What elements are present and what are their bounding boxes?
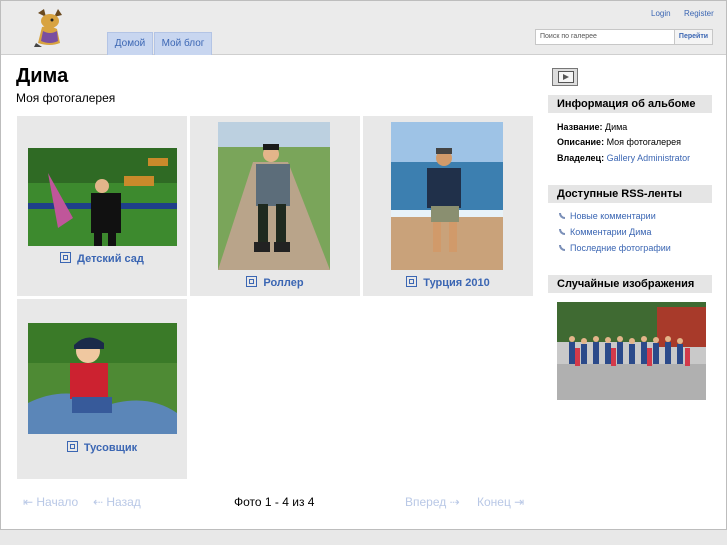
thumbnail-image[interactable] xyxy=(218,122,330,270)
gallery-item: Турция 2010 xyxy=(363,116,533,296)
album-icon xyxy=(60,252,72,263)
info-name: Название: Дима xyxy=(557,122,628,132)
rss-link-recent-photos[interactable]: Последние фотографии xyxy=(559,243,671,253)
pager-next[interactable]: Вперед ⇢ xyxy=(405,495,460,509)
item-caption[interactable]: Тусовщик xyxy=(84,442,137,454)
item-caption[interactable]: Турция 2010 xyxy=(423,277,489,289)
thumbnail-image[interactable] xyxy=(28,148,177,246)
page-title: Дима xyxy=(16,65,69,87)
pager-last[interactable]: Конец ⇥ xyxy=(477,495,524,509)
pager-prev[interactable]: ⇠ Назад xyxy=(93,495,141,509)
item-caption[interactable]: Детский сад xyxy=(77,253,144,265)
gallery-item: Роллер xyxy=(190,116,360,296)
owner-link[interactable]: Gallery Administrator xyxy=(607,153,691,163)
album-info-heading: Информация об альбоме xyxy=(548,95,712,113)
header: Домой Мой блог Login Register Поиск по г… xyxy=(1,1,726,55)
info-owner: Владелец: Gallery Administrator xyxy=(557,153,691,163)
rss-link-album-comments[interactable]: Комментарии Дима xyxy=(559,227,652,237)
rss-heading: Доступные RSS-ленты xyxy=(548,185,712,203)
next-page-icon: ⇢ xyxy=(446,495,460,509)
login-link[interactable]: Login xyxy=(651,9,671,18)
info-description: Описание: Моя фотогалерея xyxy=(557,137,682,147)
rss-icon xyxy=(559,213,565,219)
rss-icon xyxy=(559,245,565,251)
search-button[interactable]: Перейти xyxy=(674,29,713,45)
album-icon xyxy=(246,276,258,287)
photo-grid: Детский сад Роллер Турция 2010 Тусовщик xyxy=(17,116,533,479)
tab-my-blog[interactable]: Мой блог xyxy=(154,32,212,55)
item-caption[interactable]: Роллер xyxy=(263,277,303,289)
page-subtitle: Моя фотогалерея xyxy=(16,91,116,105)
slideshow-icon[interactable] xyxy=(552,68,578,86)
tab-home[interactable]: Домой xyxy=(107,32,153,55)
thumbnail-image[interactable] xyxy=(391,122,503,270)
first-page-icon: ⇤ xyxy=(23,495,37,509)
last-page-icon: ⇥ xyxy=(510,495,525,509)
album-icon xyxy=(66,441,78,452)
gallery-item: Тусовщик xyxy=(17,299,187,479)
random-images-heading: Случайные изображения xyxy=(548,275,712,293)
rss-icon xyxy=(559,229,565,235)
pager-count: Фото 1 - 4 из 4 xyxy=(234,495,315,509)
page-frame: Домой Мой блог Login Register Поиск по г… xyxy=(0,0,727,530)
pager-first[interactable]: ⇤ Начало xyxy=(23,495,78,509)
gallery-item: Детский сад xyxy=(17,116,187,296)
search-input[interactable]: Поиск по галерее xyxy=(535,29,677,45)
random-image[interactable] xyxy=(557,302,706,400)
album-icon xyxy=(406,276,418,287)
gallery-logo[interactable] xyxy=(30,7,68,47)
thumbnail-image[interactable] xyxy=(28,323,177,434)
rss-link-new-comments[interactable]: Новые комментарии xyxy=(559,211,656,221)
register-link[interactable]: Register xyxy=(684,9,714,18)
prev-page-icon: ⇠ xyxy=(93,495,107,509)
